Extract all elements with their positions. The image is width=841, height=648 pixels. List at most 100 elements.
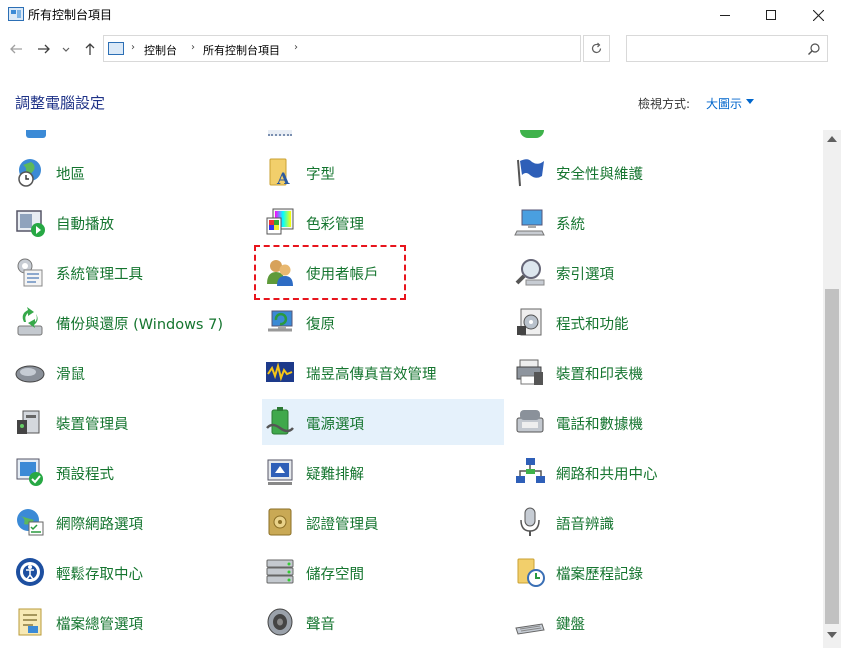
control-panel-item-label[interactable]: 裝置管理員 <box>56 413 129 434</box>
keyboard-icon <box>515 623 545 635</box>
device-manager-icon <box>17 410 40 434</box>
phone-modem-icon <box>516 410 544 433</box>
control-panel-item[interactable]: 認證管理員 <box>262 499 504 545</box>
control-panel-item[interactable]: 系統管理工具 <box>12 249 254 295</box>
control-panel-item[interactable]: 程式和功能 <box>512 299 754 345</box>
control-panel-item[interactable]: 語音辨識 <box>512 499 754 545</box>
control-panel-item-label[interactable]: 復原 <box>306 313 335 334</box>
ease-of-access-icon <box>16 558 44 586</box>
control-panel-item[interactable]: 瑞昱高傳真音效管理 <box>262 349 504 395</box>
control-panel-item-label[interactable]: 系統管理工具 <box>56 263 143 284</box>
control-panel-item-label[interactable]: 網際網路選項 <box>56 513 143 534</box>
control-panel-item-label[interactable]: 電話和數據機 <box>556 413 643 434</box>
control-panel-item-label[interactable]: 索引選項 <box>556 263 614 284</box>
control-panel-item-label[interactable]: 鍵盤 <box>556 613 585 634</box>
maximize-button[interactable] <box>748 0 794 30</box>
breadcrumb-all-items[interactable]: 所有控制台項目 <box>203 42 280 58</box>
control-panel-item-label[interactable]: 疑難排解 <box>306 463 364 484</box>
control-panel-item[interactable]: 電源選項 <box>262 399 504 445</box>
programs-features-icon <box>517 308 542 336</box>
control-panel-item-label[interactable]: 語音辨識 <box>556 513 614 534</box>
window-title: 所有控制台項目 <box>28 8 113 22</box>
back-button[interactable] <box>6 38 26 60</box>
control-panel-item-label[interactable]: 認證管理員 <box>306 513 379 534</box>
control-panel-item-label[interactable]: 檔案總管選項 <box>56 613 143 634</box>
control-panel-item[interactable]: 自動播放 <box>12 199 254 245</box>
control-panel-item-label[interactable]: 地區 <box>56 163 85 184</box>
control-panel-item-label[interactable]: 程式和功能 <box>556 313 629 334</box>
chevron-down-icon <box>62 47 70 52</box>
refresh-button[interactable] <box>583 35 610 62</box>
control-panel-item-label[interactable]: 滑鼠 <box>56 363 85 384</box>
control-panel-item[interactable]: 檔案歷程記錄 <box>512 549 754 595</box>
control-panel-item-label[interactable]: 檔案歷程記錄 <box>556 563 643 584</box>
default-programs-icon <box>16 458 43 486</box>
vertical-scrollbar[interactable] <box>823 130 841 648</box>
control-panel-item[interactable]: 色彩管理 <box>262 199 504 245</box>
control-panel-item-label[interactable]: 自動播放 <box>56 213 114 234</box>
svg-text:A: A <box>276 169 290 188</box>
control-panel-item[interactable]: 地區 <box>12 149 254 195</box>
troubleshooting-icon <box>267 459 293 485</box>
control-panel-item[interactable]: 儲存空間 <box>262 549 504 595</box>
scroll-up-arrow-icon[interactable] <box>827 136 837 142</box>
scrollbar-thumb[interactable] <box>825 289 839 624</box>
control-panel-item[interactable]: 滑鼠 <box>12 349 254 395</box>
credential-manager-icon <box>268 508 292 536</box>
control-panel-item-label[interactable]: 聲音 <box>306 613 335 634</box>
arrow-right-icon <box>38 44 50 54</box>
control-panel-item[interactable]: 裝置和印表機 <box>512 349 754 395</box>
recent-locations-button[interactable] <box>59 38 73 60</box>
recovery-icon <box>268 310 293 332</box>
control-panel-item-label[interactable]: 系統 <box>556 213 585 234</box>
minimize-button[interactable] <box>702 0 748 30</box>
chevron-down-icon[interactable] <box>746 99 754 104</box>
forward-button[interactable] <box>34 38 54 60</box>
network-sharing-icon <box>516 458 545 483</box>
control-panel-item[interactable]: 索引選項 <box>512 249 754 295</box>
control-panel-item-label[interactable]: 瑞昱高傳真音效管理 <box>306 363 437 384</box>
search-input[interactable] <box>627 36 803 61</box>
title-bar: 所有控制台項目 <box>0 0 841 30</box>
control-panel-item[interactable]: 疑難排解 <box>262 449 504 495</box>
control-panel-item[interactable]: 復原 <box>262 299 504 345</box>
control-panel-item-label[interactable]: 儲存空間 <box>306 563 364 584</box>
control-panel-item[interactable]: 網路和共用中心 <box>512 449 754 495</box>
control-panel-item[interactable]: 網際網路選項 <box>12 499 254 545</box>
control-panel-item[interactable]: 檔案總管選項 <box>12 599 254 645</box>
control-panel-item[interactable]: 鍵盤 <box>512 599 754 645</box>
control-panel-item-label[interactable]: 色彩管理 <box>306 213 364 234</box>
power-options-icon <box>266 407 294 435</box>
control-panel-item[interactable]: 安全性與維護 <box>512 149 754 195</box>
control-panel-item[interactable]: 裝置管理員 <box>12 399 254 445</box>
control-panel-item-label[interactable]: 預設程式 <box>56 463 114 484</box>
control-panel-item-label[interactable]: 字型 <box>306 163 335 184</box>
address-bar[interactable]: › 控制台 › 所有控制台項目 › <box>103 35 675 62</box>
control-panel-item[interactable]: 聲音 <box>262 599 504 645</box>
control-panel-item[interactable]: 預設程式 <box>12 449 254 495</box>
view-by-dropdown[interactable]: 大圖示 <box>706 95 742 112</box>
scroll-down-arrow-icon[interactable] <box>827 632 837 638</box>
control-panel-item-label[interactable]: 裝置和印表機 <box>556 363 643 384</box>
breadcrumb-control-panel[interactable]: 控制台 <box>144 42 177 58</box>
close-button[interactable] <box>795 0 841 30</box>
search-icon[interactable] <box>807 42 821 56</box>
indexing-magnifier-icon <box>515 259 545 286</box>
search-box[interactable] <box>626 35 828 62</box>
navigation-bar: › 控制台 › 所有控制台項目 › <box>0 30 841 68</box>
control-panel-item[interactable]: 備份與還原 (Windows 7) <box>12 299 254 345</box>
control-panel-item-label[interactable]: 電源選項 <box>306 413 364 434</box>
control-panel-item-label[interactable]: 備份與還原 (Windows 7) <box>56 313 223 334</box>
control-panel-item-label[interactable]: 輕鬆存取中心 <box>56 563 143 584</box>
control-panel-item-label[interactable]: 網路和共用中心 <box>556 463 658 484</box>
fonts-folder-icon: A <box>269 158 290 188</box>
control-panel-item-label[interactable]: 安全性與維護 <box>556 163 643 184</box>
devices-printers-icon <box>516 359 543 385</box>
control-panel-item[interactable]: 輕鬆存取中心 <box>12 549 254 595</box>
page-title: 調整電腦設定 <box>15 94 106 112</box>
up-button[interactable] <box>80 38 100 60</box>
arrow-up-icon <box>85 43 95 55</box>
control-panel-item[interactable]: 系統 <box>512 199 754 245</box>
control-panel-item[interactable]: A 字型 <box>262 149 504 195</box>
control-panel-item[interactable]: 電話和數據機 <box>512 399 754 445</box>
